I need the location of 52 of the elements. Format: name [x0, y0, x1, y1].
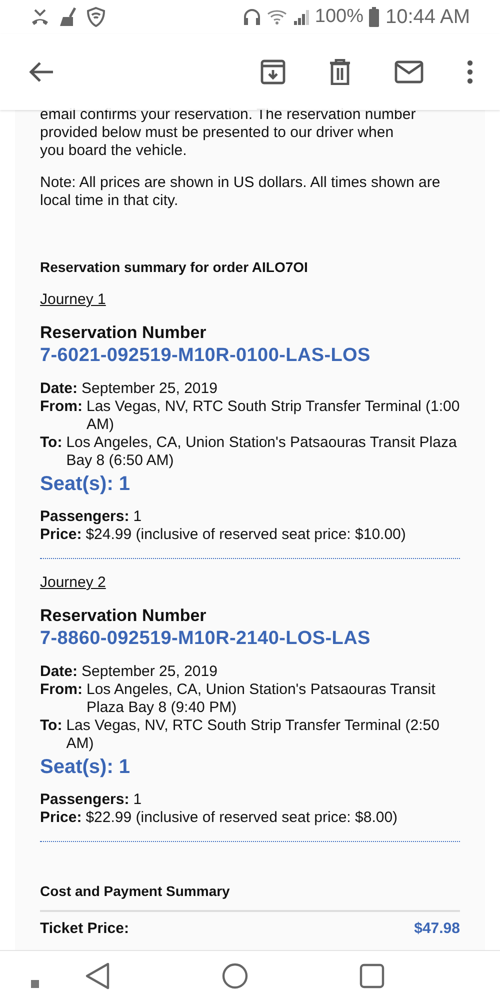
headphones-icon [242, 8, 261, 26]
wifi-icon [266, 9, 287, 25]
archive-icon [260, 59, 286, 85]
detail-label: Passengers: [40, 508, 130, 526]
clock-time: 10:44 AM [385, 6, 470, 28]
detail-label: To: [40, 717, 62, 736]
detail-label: From: [40, 398, 82, 417]
battery-icon [369, 7, 380, 27]
journey-heading: Journey 2 [40, 574, 106, 592]
envelope-icon [394, 60, 424, 84]
detail-label: Date: [40, 663, 78, 681]
detail-value: September 25, 2019 [82, 380, 218, 398]
detail-value: $22.99 (inclusive of reserved seat price: $8.00) [86, 809, 399, 827]
detail-value: Las Vegas, NV, RTC South Strip Transfer Terminal (1:00 AM) [86, 398, 460, 434]
cost-label: Ticket Price: [40, 920, 129, 938]
missed-call-icon [30, 8, 50, 26]
detail-value: 1 [133, 508, 143, 526]
detail-label: Passengers: [40, 791, 130, 809]
detail-label: Date: [40, 380, 78, 398]
indicator-icon [31, 980, 39, 988]
detail-value: Las Vegas, NV, RTC South Strip Transfer Terminal (2:50 AM) [66, 717, 440, 753]
journey-heading: Journey 1 [40, 291, 106, 309]
detail-value: $24.99 (inclusive of reserved seat price: $10.00) [86, 526, 407, 544]
cost-heading: Cost and Payment Summary [40, 882, 231, 900]
reservation-label: Reservation Number [40, 324, 208, 342]
signal-icon [292, 9, 309, 25]
detail-value: September 25, 2019 [82, 663, 218, 681]
detail-label: From: [40, 681, 82, 700]
detail-value: Los Angeles, CA, Union Station's Patsaouras Transit Plaza Bay 8 (9:40 PM) [86, 681, 436, 717]
detail-value: Los Angeles, CA, Union Station's Patsaouras Transit Plaza Bay 8 (6:50 AM) [66, 434, 458, 470]
detail-value: 1 [133, 791, 143, 809]
detail-label: Price: [40, 526, 82, 544]
seats-text: Seat(s): 1 [40, 472, 132, 496]
reservation-label: Reservation Number [40, 607, 208, 625]
detail-label: Price: [40, 809, 82, 827]
detail-label: To: [40, 434, 62, 453]
broom-icon [58, 7, 78, 27]
trash-icon [328, 59, 352, 85]
battery-percent: 100% [314, 6, 364, 28]
home-button[interactable] [221, 962, 249, 990]
recents-button[interactable] [359, 962, 385, 988]
reservation-number: 7-8860-092519-M10R-2140-LOS-LAS [40, 627, 372, 651]
seats-text: Seat(s): 1 [40, 755, 132, 779]
cost-value: $47.98 [414, 920, 460, 938]
reservation-number: 7-6021-092519-M10R-0100-LAS-LOS [40, 344, 372, 368]
note-paragraph: Note: All prices are shown in US dollars. All times shown are local time in that city. [40, 174, 442, 210]
shield-wifi-icon [86, 6, 106, 28]
more-options-icon [466, 60, 474, 84]
summary-heading: Reservation summary for order AILO7OI [40, 258, 309, 276]
back-arrow-icon [28, 61, 54, 83]
intro-paragraph: email confirms your reservation. The reservation number provided below must be presented to our driver when you board the vehicle. [40, 106, 417, 160]
back-nav-button[interactable] [85, 962, 111, 990]
